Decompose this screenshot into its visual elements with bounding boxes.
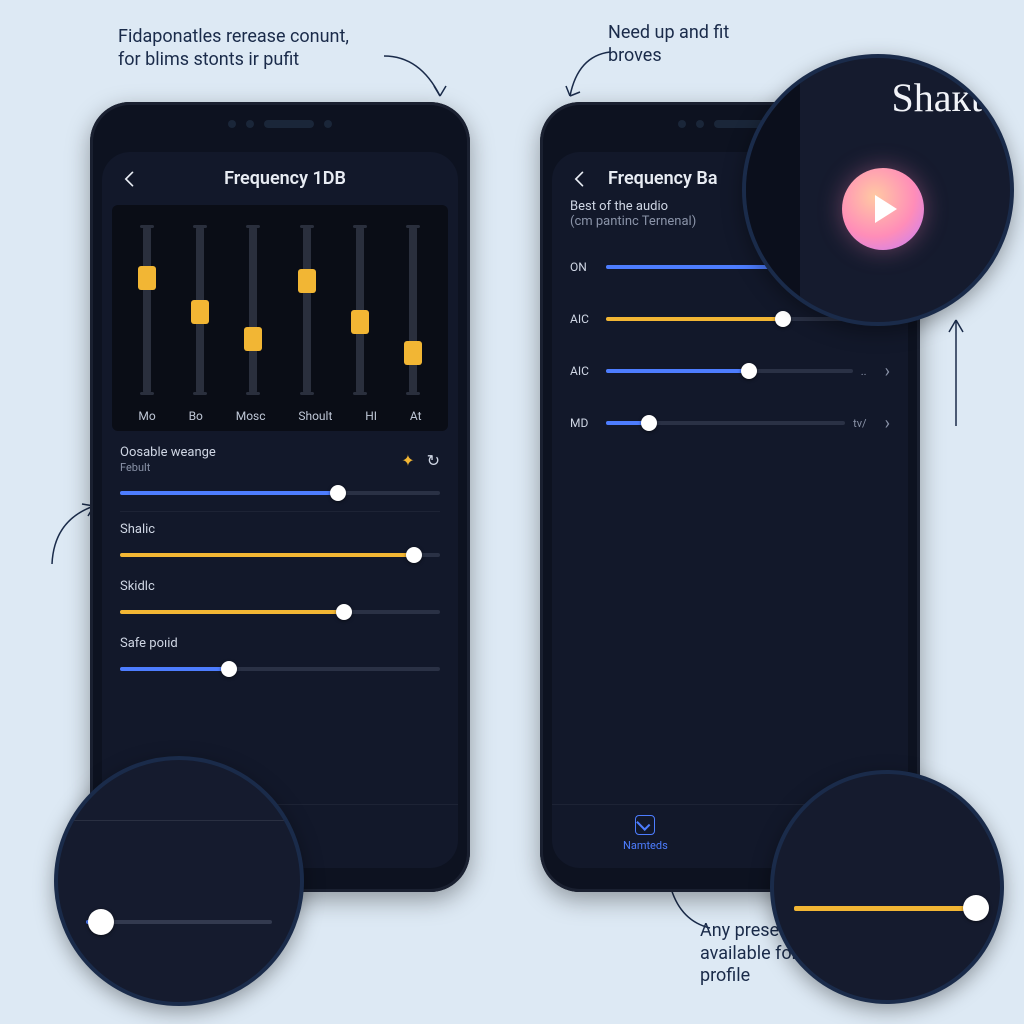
spark-icon[interactable]: ✦ xyxy=(401,451,414,470)
annotation-arrow-right-up xyxy=(936,310,976,430)
setting-row-md: MD tv/ › xyxy=(570,409,890,437)
eq-vslider-5[interactable] xyxy=(409,225,417,395)
check-box-icon xyxy=(635,815,655,835)
eq-thumb[interactable] xyxy=(244,327,262,351)
page-title-a: Frequency 1DB xyxy=(130,168,440,189)
setting-row-aic: AIC.. › xyxy=(570,357,890,385)
eq-vslider-2[interactable] xyxy=(249,225,257,395)
eq-thumb[interactable] xyxy=(138,266,156,290)
annotation-arrow-top-left xyxy=(380,48,460,108)
eq-vslider-1[interactable] xyxy=(196,225,204,395)
magnified-slider-right[interactable] xyxy=(794,894,984,922)
eq-vslider-3[interactable] xyxy=(303,225,311,395)
nav-item-namteds[interactable]: Namteds xyxy=(623,815,668,854)
eq-label: Shoult xyxy=(298,409,332,423)
eq-label: HI xyxy=(365,409,377,423)
eq-label: Mosc xyxy=(236,409,266,423)
slider-row2[interactable] xyxy=(120,541,440,569)
row2-label: Shalic xyxy=(120,522,155,537)
eq-vslider-0[interactable] xyxy=(143,225,151,395)
eq-thumb[interactable] xyxy=(298,269,316,293)
back-icon-b[interactable] xyxy=(570,169,590,189)
eq-thumb[interactable] xyxy=(191,300,209,324)
annotation-arrow-top-right xyxy=(560,46,620,106)
magnifier-bottom-right xyxy=(770,770,1004,1004)
setting-row-label: AIC xyxy=(570,364,598,378)
play-icon xyxy=(875,195,897,223)
eq-vslider-4[interactable] xyxy=(356,225,364,395)
annotation-top-left: Fidaponatles rerease conunt,for blims st… xyxy=(118,26,418,71)
slider-row4[interactable] xyxy=(120,655,440,683)
row3-label: Skidlc xyxy=(120,579,155,594)
setting-suffix: .. xyxy=(861,365,867,378)
slider-row1[interactable] xyxy=(120,479,440,507)
chevron-right-icon[interactable]: › xyxy=(885,361,890,382)
magnifier-top-right: Shaкt xyxy=(742,54,1014,326)
brand-text: Shaкt xyxy=(891,74,982,121)
setting-slider[interactable] xyxy=(606,357,853,385)
setting-slider[interactable] xyxy=(606,409,845,437)
nav-label-b1: Namteds xyxy=(623,839,668,852)
row1-sublabel: Febult xyxy=(120,461,150,474)
eq-thumb[interactable] xyxy=(404,341,422,365)
eq-label: At xyxy=(410,409,422,423)
setting-row-label: AIC xyxy=(570,312,598,326)
play-button[interactable] xyxy=(842,168,924,250)
row1-label: Oosable weange xyxy=(120,445,216,460)
setting-row-label: ON xyxy=(570,260,598,274)
slider-row3[interactable] xyxy=(120,598,440,626)
magnifier-bottom-left xyxy=(54,756,304,1006)
phone-speaker xyxy=(228,120,332,128)
eq-thumb[interactable] xyxy=(351,310,369,334)
setting-row-label: MD xyxy=(570,416,598,430)
eq-label: Mo xyxy=(138,409,155,423)
eq-label: Bo xyxy=(189,409,203,423)
setting-suffix: tv/ xyxy=(853,417,866,430)
row4-label: Safe poıid xyxy=(120,636,178,651)
refresh-icon[interactable]: ↻ xyxy=(427,451,440,470)
chevron-right-icon[interactable]: › xyxy=(885,413,890,434)
magnified-slider-left[interactable] xyxy=(86,908,272,936)
eq-panel: Mo Bo Mosc Shoult HI At xyxy=(112,205,448,431)
